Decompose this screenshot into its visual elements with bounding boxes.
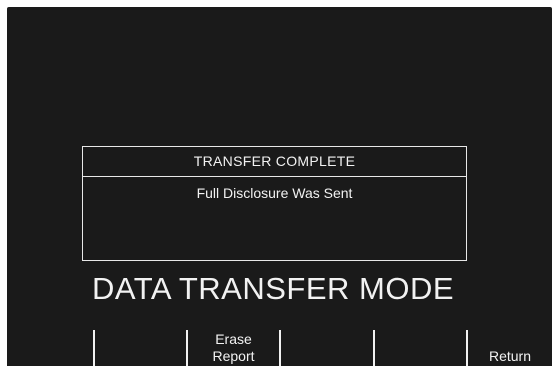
return-button[interactable]: Return [466, 330, 552, 366]
dialog-message: Full Disclosure Was Sent [196, 185, 353, 201]
softkey-5[interactable] [373, 330, 466, 366]
erase-report-button[interactable]: Erase Report [186, 330, 279, 366]
dialog-title: TRANSFER COMPLETE [83, 147, 466, 177]
mode-title: DATA TRANSFER MODE [91, 271, 455, 306]
softkey-divider [373, 330, 375, 366]
device-screen: TRANSFER COMPLETE Full Disclosure Was Se… [7, 7, 552, 366]
softkey-1[interactable] [7, 330, 100, 366]
softkey-divider [93, 330, 95, 366]
softkey-2[interactable] [93, 330, 186, 366]
transfer-status-dialog: TRANSFER COMPLETE Full Disclosure Was Se… [82, 146, 467, 261]
softkey-4[interactable] [279, 330, 372, 366]
return-label: Return [488, 348, 532, 364]
softkey-divider [279, 330, 281, 366]
erase-report-label: Erase Report [212, 331, 255, 364]
